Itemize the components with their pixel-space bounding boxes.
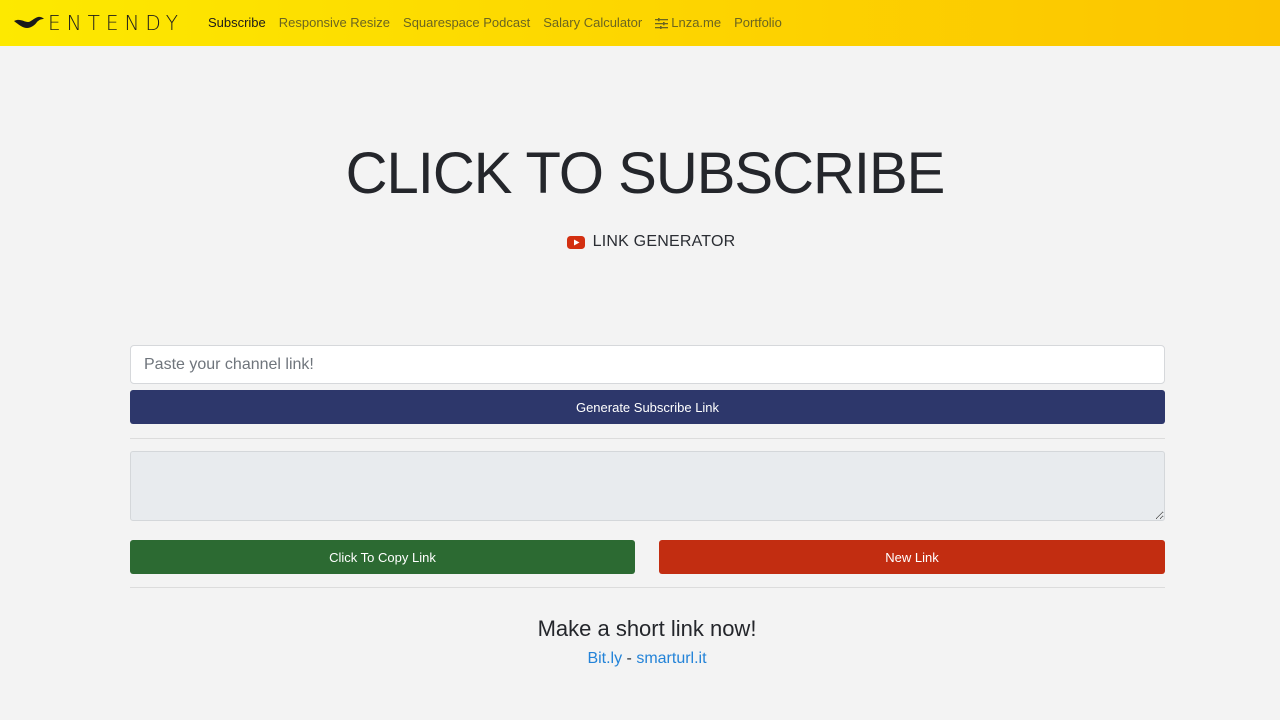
copy-link-button[interactable]: Click To Copy Link — [130, 540, 635, 574]
short-link-options: Bit.ly - smarturl.it — [0, 649, 1280, 669]
smarturl-link[interactable]: smarturl.it — [636, 650, 706, 667]
bitly-link[interactable]: Bit.ly — [587, 650, 622, 667]
brand-link[interactable]: ENTENDY — [14, 13, 184, 33]
nav-link-lnza-label: Lnza.me — [671, 15, 722, 30]
brand-name: ENTENDY — [48, 11, 184, 35]
new-link-button[interactable]: New Link — [659, 540, 1165, 574]
bird-logo-icon — [14, 16, 44, 28]
page-title: CLICK TO SUBSCRIBE — [345, 141, 946, 206]
nav-link-subscribe[interactable]: Subscribe — [208, 15, 266, 31]
nav-link-squarespace-podcast[interactable]: Squarespace Podcast — [403, 15, 530, 31]
top-navbar: ENTENDY Subscribe Responsive Resize Squa… — [0, 0, 1280, 46]
subtitle-text: LINK GENERATOR — [592, 233, 736, 250]
generated-link-output[interactable] — [130, 451, 1165, 521]
nav-links: Subscribe Responsive Resize Squarespace … — [208, 15, 795, 31]
link-separator: - — [622, 650, 637, 667]
page-subtitle: LINK GENERATOR — [0, 233, 1280, 251]
channel-link-input[interactable] — [130, 345, 1165, 384]
sliders-icon — [655, 17, 669, 29]
youtube-icon — [566, 235, 585, 249]
nav-link-responsive-resize[interactable]: Responsive Resize — [279, 15, 390, 31]
nav-link-portfolio[interactable]: Portfolio — [734, 15, 782, 31]
nav-link-lnza[interactable]: Lnza.me — [655, 15, 721, 31]
nav-link-salary-calculator[interactable]: Salary Calculator — [543, 15, 642, 31]
divider — [130, 438, 1165, 439]
short-link-heading: Make a short link now! — [537, 616, 757, 641]
generate-subscribe-link-button[interactable]: Generate Subscribe Link — [130, 390, 1165, 424]
divider — [130, 587, 1165, 588]
